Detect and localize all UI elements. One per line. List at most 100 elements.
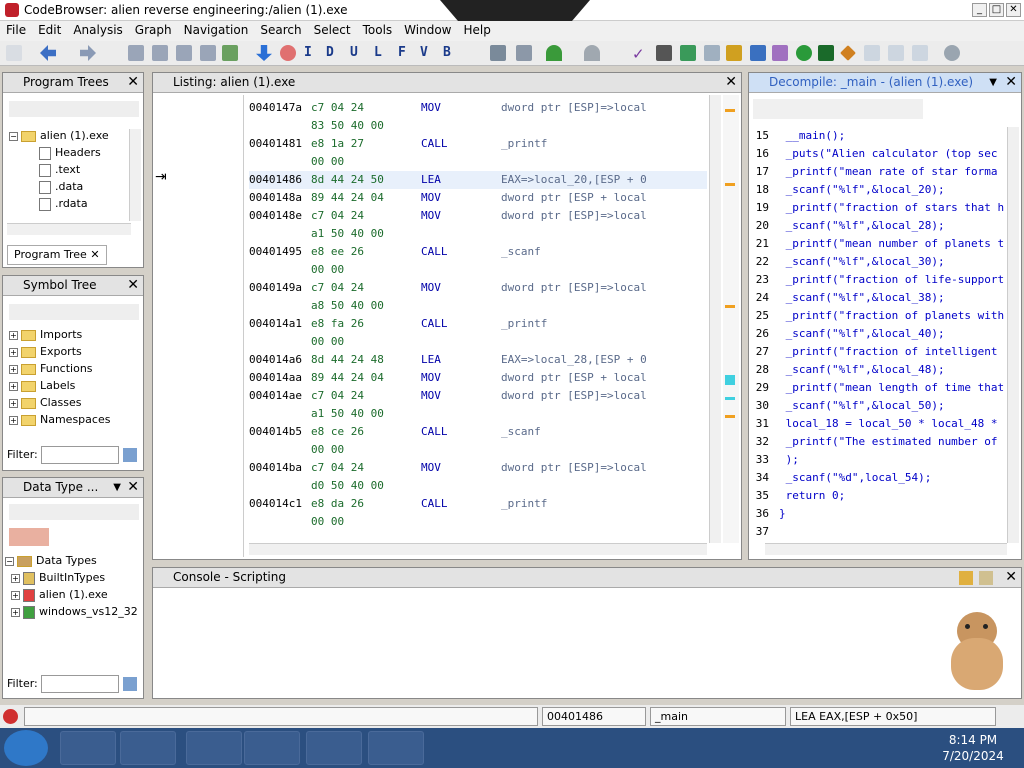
close-icon[interactable]: ✕ bbox=[1005, 568, 1017, 587]
listing-vscroll[interactable] bbox=[709, 95, 721, 543]
symbol-classes[interactable]: + Classes bbox=[9, 394, 139, 411]
tool-icon-8[interactable] bbox=[772, 45, 788, 61]
clock[interactable]: 8:14 PM 7/20/2024 bbox=[930, 732, 1016, 764]
check-icon[interactable]: ✓ bbox=[632, 45, 648, 63]
decompile-line[interactable]: 22 _scanf("%lf",&local_30); bbox=[749, 253, 1007, 271]
minimize-button[interactable]: _ bbox=[972, 3, 987, 17]
listing-row[interactable]: 004014ba c7 04 24 MOV dword ptr [ESP]=>loca… bbox=[249, 459, 707, 477]
decompile-line[interactable]: 35 return 0; bbox=[749, 487, 1007, 505]
listing-row[interactable]: 00401481 e8 1a 27 CALL _printf bbox=[249, 135, 707, 153]
decompile-line[interactable]: 16 _puts("Alien calculator (top sec bbox=[749, 145, 1007, 163]
listing-hscroll[interactable] bbox=[249, 543, 707, 555]
listing-row[interactable]: 00 00 bbox=[249, 513, 707, 531]
nav-icon-3[interactable] bbox=[176, 45, 192, 61]
data-type-alien[interactable]: + alien (1).exe bbox=[5, 586, 143, 603]
decompile-line[interactable]: 37 bbox=[749, 523, 1007, 541]
symbol-filter-input[interactable] bbox=[41, 446, 119, 464]
decompile-line[interactable]: 25 _printf("fraction of planets with bbox=[749, 307, 1007, 325]
decompile-line[interactable]: 17 _printf("mean rate of star forma bbox=[749, 163, 1007, 181]
tool-icon-7[interactable] bbox=[750, 45, 766, 61]
taskbar-app-3[interactable] bbox=[186, 731, 242, 765]
decompile-line[interactable]: 26 _scanf("%lf",&local_40); bbox=[749, 325, 1007, 343]
tool-icon-3[interactable] bbox=[656, 45, 672, 61]
tool-icon-12[interactable] bbox=[912, 45, 928, 61]
decompile-hscroll[interactable] bbox=[765, 543, 1007, 555]
listing-row[interactable]: a1 50 40 00 bbox=[249, 405, 707, 423]
listing-row[interactable]: 00 00 bbox=[249, 333, 707, 351]
chevron-down-icon[interactable]: ▼ bbox=[113, 478, 121, 497]
data-type-builtin[interactable]: + BuiltInTypes bbox=[5, 569, 143, 586]
run-icon[interactable] bbox=[796, 45, 812, 61]
menu-window[interactable]: Window bbox=[398, 21, 457, 39]
symbol-exports[interactable]: + Exports bbox=[9, 343, 139, 360]
listing-row[interactable]: d0 50 40 00 bbox=[249, 477, 707, 495]
back-arrow-icon[interactable] bbox=[40, 45, 56, 61]
decompile-line[interactable]: 30 _scanf("%lf",&local_50); bbox=[749, 397, 1007, 415]
decompile-code[interactable]: 15 __main(); 16 _puts("Alien calculator (… bbox=[749, 127, 1007, 543]
tool-icon-5[interactable] bbox=[704, 45, 720, 61]
tool-icon-10[interactable] bbox=[864, 45, 880, 61]
decompile-vscroll[interactable] bbox=[1007, 127, 1019, 543]
listing-row[interactable]: 004014c1 e8 da 26 CALL _printf bbox=[249, 495, 707, 513]
listing-row[interactable]: 00 00 bbox=[249, 441, 707, 459]
function-F-button[interactable]: F bbox=[398, 45, 406, 60]
decompile-line[interactable]: 18 _scanf("%lf",&local_20); bbox=[749, 181, 1007, 199]
taskbar-app-ghidra[interactable] bbox=[368, 731, 424, 765]
filter-options-icon[interactable] bbox=[123, 448, 137, 462]
listing-row[interactable]: 00401486 8d 44 24 50 LEA EAX=>local_20,[ESP… bbox=[249, 171, 707, 189]
listing-row[interactable]: 00401495 e8 ee 26 CALL _scanf bbox=[249, 243, 707, 261]
tree-item-data[interactable]: .data bbox=[9, 178, 129, 195]
decompile-line[interactable]: 31 local_18 = local_50 * local_48 * bbox=[749, 415, 1007, 433]
filter-options-icon[interactable] bbox=[123, 677, 137, 691]
menu-analysis[interactable]: Analysis bbox=[67, 21, 128, 39]
listing-row[interactable]: 0040147a c7 04 24 MOV dword ptr [ESP]=>loca… bbox=[249, 99, 707, 117]
menu-search[interactable]: Search bbox=[254, 21, 307, 39]
forward-arrow-icon[interactable] bbox=[80, 45, 96, 61]
listing-row[interactable]: a8 50 40 00 bbox=[249, 297, 707, 315]
listing-row[interactable]: 0040148e c7 04 24 MOV dword ptr [ESP]=>loca… bbox=[249, 207, 707, 225]
tab-program-tree[interactable]: Program Tree ✕ bbox=[7, 245, 107, 265]
data-D-button[interactable]: D bbox=[326, 45, 334, 60]
undo-icon[interactable] bbox=[546, 45, 562, 61]
tree-item-headers[interactable]: Headers bbox=[9, 144, 129, 161]
listing-row[interactable]: 004014a1 e8 fa 26 CALL _printf bbox=[249, 315, 707, 333]
listing-row[interactable]: 004014a6 8d 44 24 48 LEA EAX=>local_28,[ESP… bbox=[249, 351, 707, 369]
listing-row[interactable]: 004014aa 89 44 24 04 MOV dword ptr [ESP + l… bbox=[249, 369, 707, 387]
help-icon[interactable] bbox=[944, 45, 960, 61]
label-L-button[interactable]: L bbox=[374, 45, 382, 60]
decompile-line[interactable]: 23 _printf("fraction of life-support bbox=[749, 271, 1007, 289]
down-arrow-icon[interactable] bbox=[256, 45, 272, 61]
close-icon[interactable]: ✕ bbox=[725, 73, 737, 92]
lock-icon[interactable] bbox=[959, 571, 973, 585]
listing-row[interactable]: 00 00 bbox=[249, 261, 707, 279]
disassemble-I-button[interactable]: I bbox=[304, 45, 312, 60]
tool-icon-4[interactable] bbox=[680, 45, 696, 61]
bookmark-B-button[interactable]: B bbox=[443, 45, 451, 60]
taskbar-app-firefox[interactable] bbox=[244, 731, 300, 765]
decompile-line[interactable]: 24 _scanf("%lf",&local_38); bbox=[749, 289, 1007, 307]
decompile-line[interactable]: 19 _printf("fraction of stars that h bbox=[749, 199, 1007, 217]
nav-icon-1[interactable] bbox=[128, 45, 144, 61]
listing-code[interactable]: 0040147a c7 04 24 MOV dword ptr [ESP]=>loca… bbox=[249, 95, 707, 543]
save-icon[interactable] bbox=[6, 45, 22, 61]
taskbar-app-1[interactable] bbox=[60, 731, 116, 765]
tree-item-root[interactable]: − alien (1).exe bbox=[9, 127, 129, 144]
tool-icon-9[interactable] bbox=[818, 45, 834, 61]
tree-item-rdata[interactable]: .rdata bbox=[9, 195, 129, 212]
menu-select[interactable]: Select bbox=[308, 21, 357, 39]
close-icon[interactable]: ✕ bbox=[127, 73, 139, 92]
clear-console-icon[interactable] bbox=[979, 571, 993, 585]
listing-row[interactable]: 0040149a c7 04 24 MOV dword ptr [ESP]=>loca… bbox=[249, 279, 707, 297]
decompile-line[interactable]: 28 _scanf("%lf",&local_48); bbox=[749, 361, 1007, 379]
variable-V-button[interactable]: V bbox=[420, 45, 428, 60]
start-button[interactable] bbox=[4, 730, 48, 766]
nav-icon-5[interactable] bbox=[222, 45, 238, 61]
decompile-line[interactable]: 29 _printf("mean length of time that bbox=[749, 379, 1007, 397]
system-tray[interactable] bbox=[842, 736, 926, 760]
menu-graph[interactable]: Graph bbox=[129, 21, 178, 39]
decompile-line[interactable]: 27 _printf("fraction of intelligent bbox=[749, 343, 1007, 361]
decompile-line[interactable]: 21 _printf("mean number of planets t bbox=[749, 235, 1007, 253]
program-tree-scrollbar[interactable] bbox=[129, 129, 141, 221]
nav-icon-2[interactable] bbox=[152, 45, 168, 61]
data-type-windows[interactable]: + windows_vs12_32 bbox=[5, 603, 143, 620]
